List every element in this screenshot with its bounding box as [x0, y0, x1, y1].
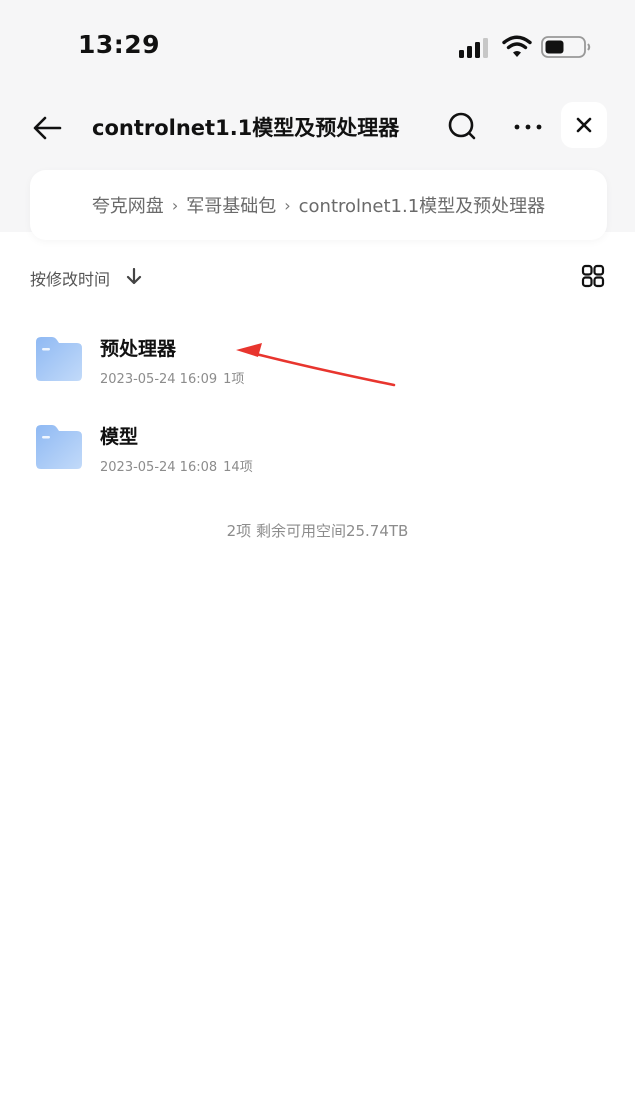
status-time: 13:29 — [78, 30, 161, 59]
grid-view-icon[interactable] — [581, 264, 605, 288]
sort-by-modified-button[interactable]: 按修改时间 — [30, 266, 110, 290]
search-button[interactable] — [444, 108, 482, 146]
close-icon — [576, 117, 592, 133]
sort-down-arrow-icon[interactable] — [126, 268, 142, 286]
folder-icon — [36, 337, 82, 381]
status-bar: 13:29 — [0, 0, 635, 96]
more-icon — [514, 124, 542, 130]
wifi-icon — [502, 35, 532, 57]
file-meta: 2023-05-24 16:08 14项 — [100, 456, 253, 475]
nav-bar: controlnet1.1模型及预处理器 — [0, 96, 635, 160]
list-item-folder[interactable]: 预处理器 2023-05-24 16:09 1项 — [0, 318, 635, 398]
storage-summary: 2项 剩余可用空间25.74TB — [226, 522, 409, 540]
breadcrumb: 夸克网盘 › 军哥基础包 › controlnet1.1模型及预处理器 — [30, 170, 607, 240]
breadcrumb-item-base-pack[interactable]: 军哥基础包 — [186, 192, 276, 218]
list-item-folder[interactable]: 模型 2023-05-24 16:08 14项 — [0, 406, 635, 486]
back-arrow-icon — [33, 116, 62, 140]
page-title: controlnet1.1模型及预处理器 — [92, 116, 400, 140]
file-date: 2023-05-24 16:09 — [100, 372, 218, 387]
breadcrumb-separator: › — [171, 195, 179, 215]
back-button[interactable] — [30, 108, 70, 148]
search-icon — [448, 112, 476, 140]
close-button[interactable] — [561, 102, 607, 148]
signal-icon — [459, 38, 488, 58]
folder-icon — [36, 425, 82, 469]
file-date: 2023-05-24 16:08 — [100, 460, 218, 475]
breadcrumb-item-current[interactable]: controlnet1.1模型及预处理器 — [299, 192, 546, 218]
file-name: 模型 — [100, 426, 139, 448]
more-button[interactable] — [508, 108, 548, 146]
file-name: 预处理器 — [100, 338, 177, 360]
breadcrumb-item-root[interactable]: 夸克网盘 — [92, 192, 164, 218]
file-meta: 2023-05-24 16:09 1项 — [100, 368, 244, 387]
sort-row: 按修改时间 — [30, 262, 607, 294]
file-count: 14项 — [223, 460, 253, 475]
battery-icon — [541, 36, 591, 58]
breadcrumb-separator: › — [284, 195, 291, 215]
file-count: 1项 — [223, 372, 245, 387]
